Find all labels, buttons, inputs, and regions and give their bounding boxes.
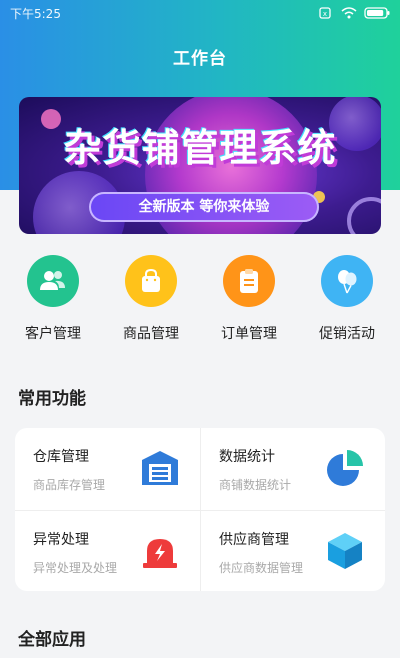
function-warehouse[interactable]: 仓库管理 商品库存管理 bbox=[15, 428, 200, 510]
quick-action-promotions[interactable]: 促销活动 bbox=[302, 255, 392, 350]
function-suppliers[interactable]: 供应商管理 供应商数据管理 bbox=[200, 509, 385, 591]
page-title: 工作台 bbox=[173, 49, 227, 69]
pie-chart-icon bbox=[327, 450, 363, 486]
svg-text:x: x bbox=[323, 10, 327, 18]
promo-banner[interactable]: 杂货铺管理系统 全新版本 等你来体验 bbox=[19, 97, 381, 234]
status-time: 下午5:25 bbox=[10, 6, 61, 21]
alarm-icon bbox=[143, 538, 177, 568]
box-icon bbox=[328, 532, 362, 569]
quick-action-customer[interactable]: 客户管理 bbox=[8, 255, 98, 350]
balloons-icon bbox=[321, 255, 373, 307]
quick-action-label: 订单管理 bbox=[221, 326, 277, 342]
wifi-icon bbox=[341, 7, 357, 19]
sim-icon: x bbox=[319, 7, 331, 19]
function-exceptions[interactable]: 异常处理 异常处理及处理 bbox=[15, 509, 200, 592]
banner-title: 杂货铺管理系统 bbox=[63, 126, 337, 170]
quick-action-products[interactable]: 商品管理 bbox=[106, 255, 196, 350]
quick-actions: 客户管理 商品管理 订单管理 促销活动 bbox=[0, 255, 400, 350]
customer-icon bbox=[27, 255, 79, 307]
clipboard-icon bbox=[223, 255, 275, 307]
quick-action-label: 促销活动 bbox=[319, 326, 375, 342]
warehouse-icon bbox=[142, 451, 178, 485]
quick-action-label: 客户管理 bbox=[25, 326, 81, 342]
banner-subtitle: 全新版本 等你来体验 bbox=[89, 192, 319, 222]
function-statistics[interactable]: 数据统计 商铺数据统计 bbox=[200, 428, 385, 510]
quick-action-orders[interactable]: 订单管理 bbox=[204, 255, 294, 350]
common-functions-title: 常用功能 bbox=[18, 389, 86, 409]
common-functions-card: 仓库管理 商品库存管理 数据统计 商铺数据统计 异常处理 异常处理及处理 供应商… bbox=[15, 428, 385, 591]
all-apps-title: 全部应用 bbox=[18, 630, 86, 650]
quick-action-label: 商品管理 bbox=[123, 326, 179, 342]
battery-icon bbox=[364, 7, 390, 19]
shopping-bag-icon bbox=[125, 255, 177, 307]
status-bar: 下午5:25 x bbox=[0, 0, 400, 26]
status-icons: x bbox=[316, 7, 390, 19]
